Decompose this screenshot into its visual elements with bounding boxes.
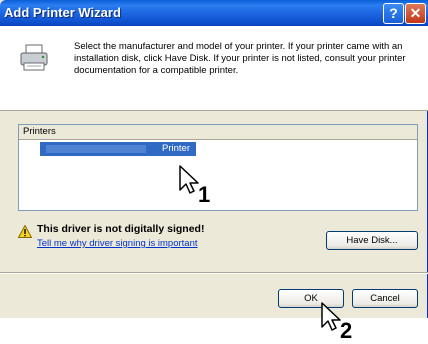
cancel-button[interactable]: Cancel [352,289,418,308]
header-instructions: Select the manufacturer and model of you… [74,41,406,76]
wizard-header: Select the manufacturer and model of you… [0,26,428,111]
have-disk-button[interactable]: Have Disk... [326,231,418,250]
step-2-label: 2 [340,318,353,343]
list-item-label: Printer [162,143,190,154]
close-button[interactable]: ✕ [405,3,426,24]
redacted-manufacturer-text [46,145,146,153]
step-1-label: 1 [198,182,211,207]
add-printer-wizard-window: Add Printer Wizard ? ✕ Select the manufa… [0,0,428,318]
title-bar[interactable]: Add Printer Wizard ? ✕ [0,0,428,26]
list-item-printer[interactable]: Printer [40,142,196,156]
printers-list[interactable]: Printers Printer [18,124,418,211]
printer-icon [20,44,48,71]
divider [0,272,428,274]
pointer-cursor-icon [321,302,341,331]
help-button[interactable]: ? [383,3,404,24]
printers-list-header[interactable]: Printers [19,125,417,140]
unsigned-driver-warning: This driver is not digitally signed! [37,223,205,235]
driver-signing-link[interactable]: Tell me why driver signing is important [37,238,198,249]
pointer-cursor-icon [179,165,199,194]
window-title: Add Printer Wizard [4,5,121,20]
warning-icon [18,225,32,238]
